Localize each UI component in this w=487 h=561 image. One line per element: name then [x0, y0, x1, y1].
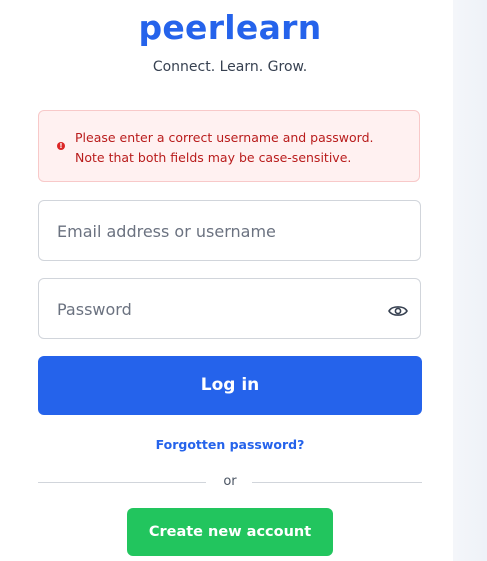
- brand-logo: peerlearn: [138, 8, 322, 47]
- brand-tagline: Connect. Learn. Grow.: [152, 59, 308, 75]
- error-circle-icon: !: [57, 142, 65, 150]
- forgot-password-link[interactable]: Forgotten password?: [0, 437, 460, 452]
- background-panel: [453, 0, 487, 561]
- divider-or: or: [223, 474, 237, 489]
- email-input[interactable]: [55, 201, 379, 262]
- password-input[interactable]: [55, 279, 379, 340]
- divider-line-left: [38, 482, 206, 483]
- login-button[interactable]: Log in: [38, 356, 422, 415]
- create-account-button[interactable]: Create new account: [127, 508, 333, 556]
- login-card: peerlearn Connect. Learn. Grow. ! Please…: [0, 0, 453, 561]
- error-alert: ! Please enter a correct username and pa…: [38, 110, 420, 182]
- password-field[interactable]: [38, 278, 421, 340]
- email-field[interactable]: [38, 200, 421, 262]
- divider-line-right: [252, 482, 422, 483]
- error-message: Please enter a correct username and pass…: [75, 130, 374, 165]
- eye-icon[interactable]: [388, 304, 408, 318]
